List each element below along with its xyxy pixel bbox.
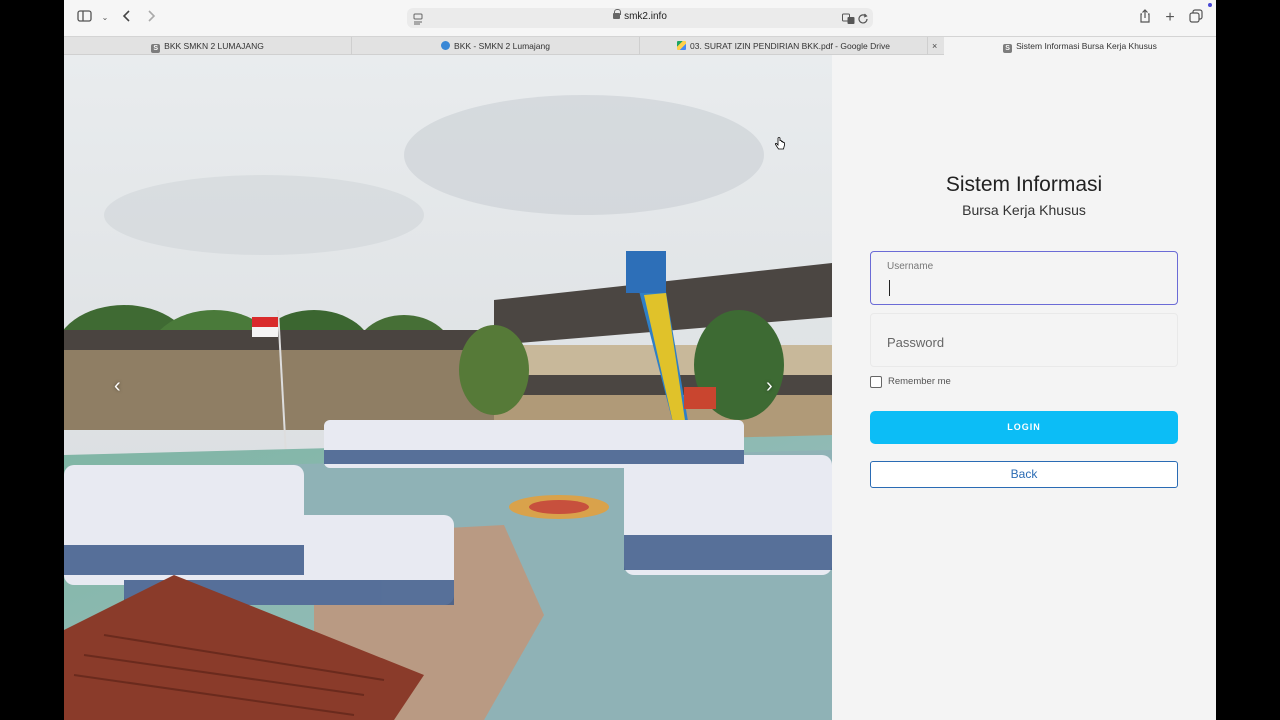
tab-google-drive-pdf[interactable]: 03. SURAT IZIN PENDIRIAN BKK.pdf - Googl… (640, 37, 928, 55)
remember-me-checkbox[interactable] (870, 376, 882, 388)
tab-bkk-lumajang[interactable]: BKK - SMKN 2 Lumajang (352, 37, 640, 55)
tab-label: BKK - SMKN 2 Lumajang (454, 41, 550, 51)
browser-toolbar: ⌄ smk2.info + (64, 0, 1216, 36)
username-label: Username (887, 261, 934, 272)
login-button[interactable]: LOGIN (870, 411, 1178, 444)
s-favicon-icon: S (1003, 44, 1013, 53)
login-panel: Sistem Informasi Bursa Kerja Khusus User… (832, 55, 1216, 720)
reload-icon[interactable] (858, 12, 869, 30)
tab-bar: S BKK SMKN 2 LUMAJANG BKK - SMKN 2 Lumaja… (64, 36, 1216, 55)
carousel-prev-icon[interactable]: ‹ (114, 375, 121, 398)
tab-label: Sistem Informasi Bursa Kerja Khusus (1016, 41, 1157, 51)
remember-me-label[interactable]: Remember me (888, 376, 951, 388)
text-caret (889, 280, 890, 296)
google-drive-icon (677, 41, 686, 50)
address-bar[interactable]: smk2.info (407, 8, 873, 28)
hero-carousel: ‹ › (64, 55, 832, 720)
share-icon[interactable] (1136, 9, 1154, 27)
forward-arrow-icon[interactable] (142, 9, 160, 27)
tab-label: 03. SURAT IZIN PENDIRIAN BKK.pdf - Googl… (690, 41, 890, 51)
page-subtitle: Bursa Kerja Khusus (962, 202, 1086, 218)
password-input[interactable] (887, 332, 1157, 352)
browser-window: ⌄ smk2.info + S BKK SMKN 2 LUMAJANG BKK … (64, 0, 1216, 720)
tab-label: BKK SMKN 2 LUMAJANG (164, 41, 264, 51)
sidebar-toggle-icon[interactable] (76, 9, 94, 27)
back-arrow-icon[interactable] (118, 9, 136, 27)
username-input[interactable] (887, 277, 1157, 295)
s-favicon-icon: S (151, 44, 161, 53)
url-text: smk2.info (624, 11, 667, 22)
school-photo (64, 55, 832, 720)
tab-bkk-smkn2[interactable]: S BKK SMKN 2 LUMAJANG (64, 37, 352, 55)
tab-overview-icon[interactable] (1187, 9, 1205, 27)
translate-icon[interactable] (842, 12, 855, 30)
username-field[interactable]: Username (870, 251, 1178, 305)
close-tab-icon[interactable]: × (932, 37, 942, 55)
chevron-down-icon[interactable]: ⌄ (96, 9, 114, 27)
pointer-cursor-icon (774, 137, 786, 156)
lock-icon (613, 9, 622, 19)
carousel-next-icon[interactable]: › (766, 375, 773, 398)
page-title: Sistem Informasi (945, 173, 1103, 196)
person-favicon-icon (441, 41, 451, 50)
password-field[interactable] (870, 313, 1178, 367)
notification-dot (1208, 3, 1212, 7)
tab-sistem-informasi[interactable]: S Sistem Informasi Bursa Kerja Khusus (944, 37, 1216, 55)
back-button[interactable]: Back (870, 461, 1178, 488)
new-tab-icon[interactable]: + (1161, 9, 1179, 27)
